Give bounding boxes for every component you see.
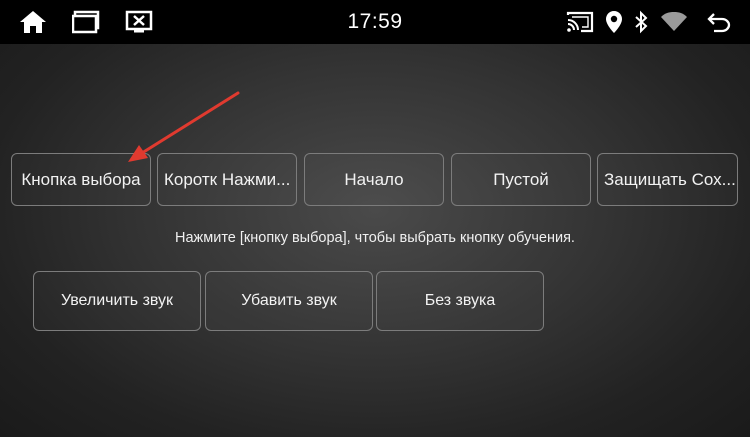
- screen-off-icon[interactable]: [122, 0, 156, 44]
- location-icon: [602, 0, 626, 44]
- mute-label: Без звука: [424, 292, 496, 309]
- bluetooth-icon: [630, 0, 652, 44]
- short-press-button-label: Коротк Нажми...: [164, 169, 291, 189]
- back-icon[interactable]: [704, 0, 734, 44]
- empty-key-button-label: Пустой: [493, 169, 549, 189]
- status-bar: 17:59: [0, 0, 750, 44]
- select-button[interactable]: Кнопка выбора: [11, 153, 151, 206]
- recent-apps-icon[interactable]: [70, 0, 104, 44]
- wifi-icon: [658, 0, 690, 44]
- volume-down-label: Убавить звук: [241, 292, 337, 309]
- mute-button[interactable]: Без звука: [376, 271, 544, 331]
- cast-icon: [565, 0, 595, 44]
- select-button-label: Кнопка выбора: [21, 169, 141, 189]
- home-icon[interactable]: [16, 0, 50, 44]
- short-press-button[interactable]: Коротк Нажми...: [157, 153, 297, 206]
- volume-down-button[interactable]: Убавить звук: [205, 271, 373, 331]
- annotation-arrow-icon: [128, 91, 240, 162]
- home-key-button-label: Начало: [344, 169, 404, 189]
- home-key-button[interactable]: Начало: [304, 153, 444, 206]
- volume-up-button[interactable]: Увеличить звук: [33, 271, 201, 331]
- protect-save-button-label: Защищать Сох...: [604, 169, 736, 189]
- hint-text: Нажмите [кнопку выбора], чтобы выбрать к…: [175, 230, 575, 246]
- empty-key-button[interactable]: Пустой: [451, 153, 591, 206]
- volume-up-label: Увеличить звук: [60, 292, 174, 309]
- clock: 17:59: [347, 10, 403, 33]
- protect-save-button[interactable]: Защищать Сох...: [597, 153, 738, 206]
